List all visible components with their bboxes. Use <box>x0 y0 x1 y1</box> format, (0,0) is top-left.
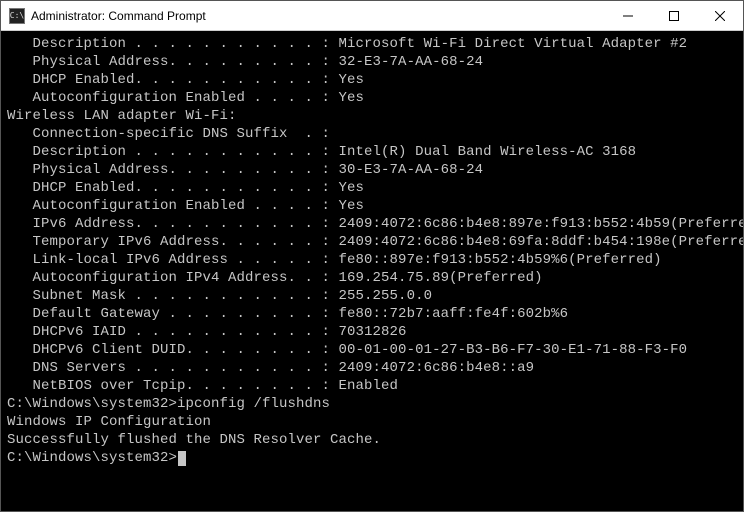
terminal-line: DHCP Enabled. . . . . . . . . . . : Yes <box>7 71 737 89</box>
terminal-line: DHCPv6 IAID . . . . . . . . . . . : 7031… <box>7 323 737 341</box>
terminal-line: Wireless LAN adapter Wi-Fi: <box>7 107 737 125</box>
cmd-icon: C:\ <box>9 8 25 24</box>
terminal-line: NetBIOS over Tcpip. . . . . . . . : Enab… <box>7 377 737 395</box>
window-title: Administrator: Command Prompt <box>31 9 206 23</box>
minimize-button[interactable] <box>605 1 651 31</box>
terminal-line: Autoconfiguration Enabled . . . . : Yes <box>7 197 737 215</box>
terminal-line: Successfully flushed the DNS Resolver Ca… <box>7 431 737 449</box>
maximize-button[interactable] <box>651 1 697 31</box>
terminal-output[interactable]: Description . . . . . . . . . . . : Micr… <box>1 31 743 511</box>
app-window: C:\ Administrator: Command Prompt Descri… <box>0 0 744 512</box>
cursor <box>178 451 186 466</box>
terminal-line: DHCPv6 Client DUID. . . . . . . . : 00-0… <box>7 341 737 359</box>
terminal-line: Temporary IPv6 Address. . . . . . : 2409… <box>7 233 737 251</box>
terminal-line: DHCP Enabled. . . . . . . . . . . : Yes <box>7 179 737 197</box>
terminal-line: Description . . . . . . . . . . . : Inte… <box>7 143 737 161</box>
terminal-line: Autoconfiguration Enabled . . . . : Yes <box>7 89 737 107</box>
terminal-line: Connection-specific DNS Suffix . : <box>7 125 737 143</box>
close-button[interactable] <box>697 1 743 31</box>
terminal-line: C:\Windows\system32>ipconfig /flushdns <box>7 395 737 413</box>
minimize-icon <box>623 11 633 21</box>
terminal-line: Physical Address. . . . . . . . . : 30-E… <box>7 161 737 179</box>
terminal-line: DNS Servers . . . . . . . . . . . : 2409… <box>7 359 737 377</box>
terminal-line: Link-local IPv6 Address . . . . . : fe80… <box>7 251 737 269</box>
terminal-line: Default Gateway . . . . . . . . . : fe80… <box>7 305 737 323</box>
terminal-line: Autoconfiguration IPv4 Address. . : 169.… <box>7 269 737 287</box>
terminal-line: Subnet Mask . . . . . . . . . . . : 255.… <box>7 287 737 305</box>
terminal-line: IPv6 Address. . . . . . . . . . . : 2409… <box>7 215 737 233</box>
maximize-icon <box>669 11 679 21</box>
titlebar[interactable]: C:\ Administrator: Command Prompt <box>1 1 743 31</box>
terminal-line: Description . . . . . . . . . . . : Micr… <box>7 35 737 53</box>
terminal-line: Physical Address. . . . . . . . . : 32-E… <box>7 53 737 71</box>
terminal-line: Windows IP Configuration <box>7 413 737 431</box>
terminal-line: C:\Windows\system32> <box>7 449 737 467</box>
close-icon <box>715 11 725 21</box>
